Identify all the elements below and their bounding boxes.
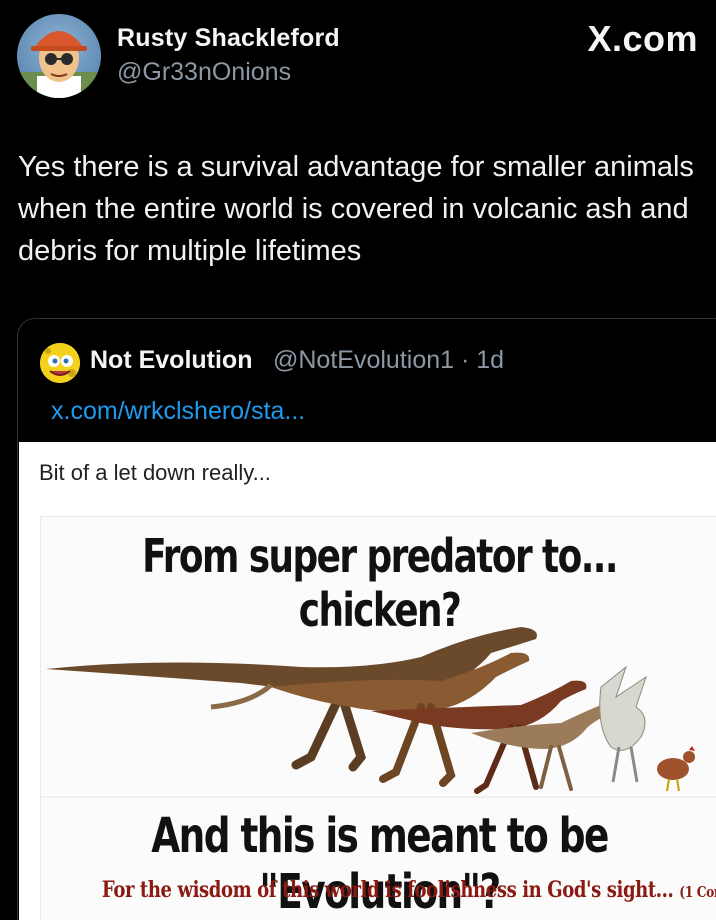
- tweet-text: Yes there is a survival advantage for sm…: [18, 151, 694, 267]
- quote-link[interactable]: x.com/wrkclshero/sta...: [51, 397, 305, 426]
- quote-image[interactable]: Bit of a let down really... From super p…: [19, 442, 716, 920]
- meme-verse-text: For the wisdom of this world is foolishn…: [101, 877, 674, 903]
- cartoon-character-avatar-icon: [17, 31, 101, 98]
- meme-panel: From super predator to... chicken? And t…: [40, 516, 716, 920]
- tweet-screenshot: Rusty Shackleford @Gr33nOnions X.com Yes…: [0, 0, 716, 920]
- meme-caption: Bit of a let down really...: [39, 460, 271, 485]
- quote-author-meta[interactable]: @NotEvolution1 · 1d: [273, 346, 504, 375]
- author-handle[interactable]: @Gr33nOnions: [117, 58, 291, 87]
- bird-icon: [599, 665, 647, 783]
- quoted-tweet-card[interactable]: Not Evolution @NotEvolution1 · 1d x.com/…: [17, 318, 716, 920]
- meme-verse-citation: (1 Corinthians 3:19): [679, 883, 716, 901]
- quote-author-name[interactable]: Not Evolution: [90, 346, 252, 375]
- meme-verse: For the wisdom of this world is foolishn…: [102, 877, 716, 903]
- quote-avatar[interactable]: [40, 343, 80, 383]
- dinosaur-to-chicken-illustration: [41, 627, 716, 798]
- sponge-character-avatar-icon: [40, 343, 80, 383]
- x-logo: X.com: [587, 18, 698, 59]
- author-name[interactable]: Rusty Shackleford: [117, 24, 340, 53]
- meme-subtitle: And this is meant to be "Evolution"?: [151, 808, 609, 920]
- chicken-icon: [657, 746, 695, 792]
- author-avatar[interactable]: [17, 14, 101, 98]
